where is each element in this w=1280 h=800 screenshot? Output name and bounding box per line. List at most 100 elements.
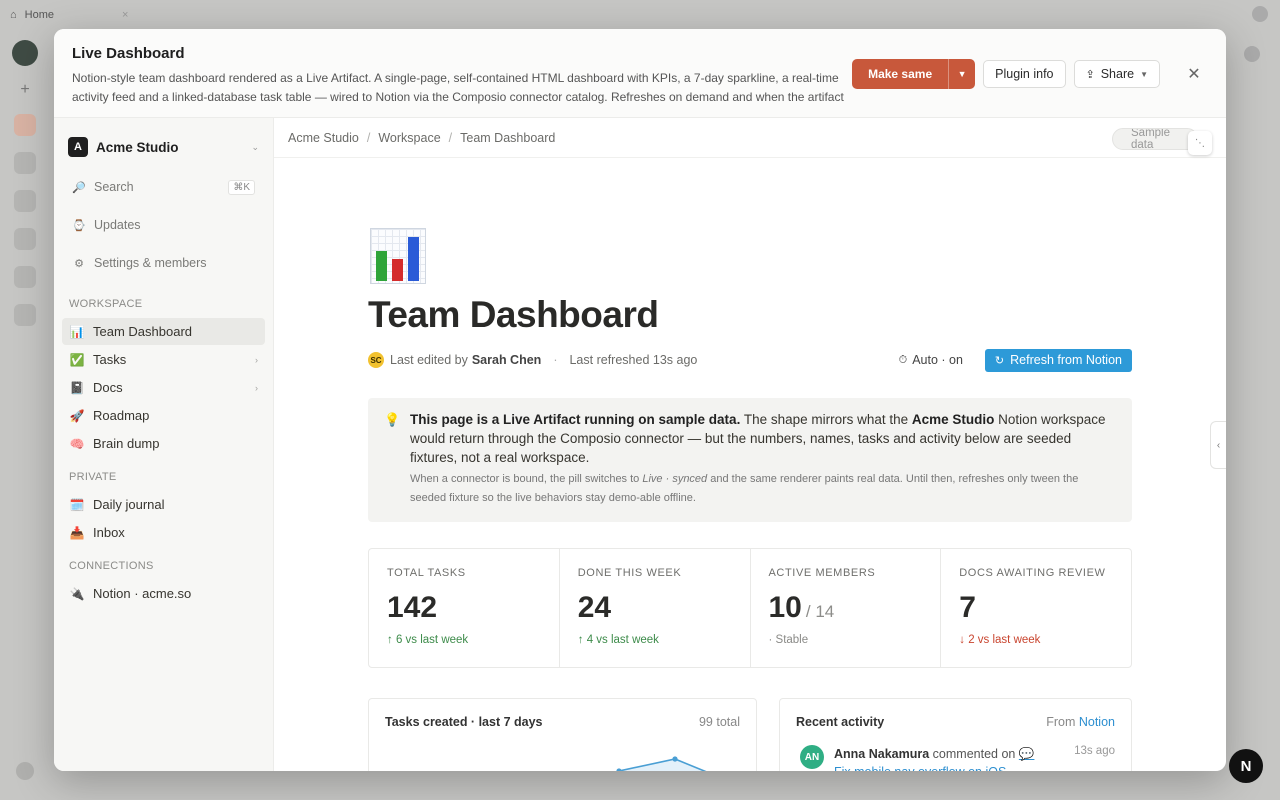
kpi-of-total: / 14 bbox=[805, 602, 835, 621]
profile-icon bbox=[1244, 46, 1260, 62]
calendar-rail-icon bbox=[14, 266, 36, 288]
notion-fab-button[interactable]: N bbox=[1229, 749, 1263, 783]
page-title: Team Dashboard bbox=[368, 294, 659, 335]
sidebar-item-inbox[interactable]: 📥 Inbox bbox=[62, 519, 265, 546]
avatar: AN bbox=[800, 745, 824, 769]
background-tab-label: Home bbox=[24, 9, 54, 21]
callout-sub-text-1: When a connector is bound, the pill swit… bbox=[410, 473, 643, 485]
sidebar-item-label: Notion · acme.so bbox=[93, 586, 192, 601]
breadcrumb-item-acme-studio[interactable]: Acme Studio bbox=[288, 131, 359, 145]
card-total: 99 total bbox=[698, 715, 740, 729]
notion-source-link[interactable]: Notion bbox=[1079, 715, 1115, 729]
chart-icon-bar-green bbox=[376, 251, 387, 281]
kpi-value: 10/ 14 bbox=[769, 591, 923, 625]
modal-body: A Acme Studio ⌄ 🔎 Search ⌘K ⌚ Updates ⚙ … bbox=[54, 118, 1226, 771]
activity-action: commented on bbox=[932, 747, 1016, 761]
section-label-workspace: WORKSPACE bbox=[69, 298, 143, 310]
sidebar-search[interactable]: 🔎 Search ⌘K bbox=[62, 168, 265, 206]
close-tab-icon: × bbox=[122, 9, 129, 21]
section-label-connections: CONNECTIONS bbox=[69, 560, 154, 572]
kpi-label: DONE THIS WEEK bbox=[577, 567, 682, 579]
bar-chart-page-icon[interactable] bbox=[370, 228, 426, 284]
sidebar-item-tasks[interactable]: ✅ Tasks › bbox=[62, 346, 265, 373]
sidebar-item-daily-journal[interactable]: 🗓️ Daily journal bbox=[62, 491, 265, 518]
activity-text: Anna Nakamura commented on 💬 Fix mobile … bbox=[834, 745, 1054, 771]
chevron-down-icon: ⌄ bbox=[251, 141, 259, 152]
refresh-from-notion-button[interactable]: ↻ Refresh from Notion bbox=[984, 348, 1132, 372]
spark-area bbox=[619, 759, 705, 771]
breadcrumb-separator: / bbox=[366, 130, 371, 145]
callout-sub-live: Live · synced bbox=[642, 473, 708, 485]
activity-time: 13s ago bbox=[1074, 745, 1115, 757]
kpi-delta: · Stable bbox=[768, 634, 809, 646]
background-rail: + bbox=[0, 30, 50, 800]
callout-lead: This page is a Live Artifact running on … bbox=[410, 410, 1116, 467]
refresh-icon: ↻ bbox=[994, 354, 1005, 367]
share-label: Share bbox=[1100, 67, 1135, 81]
chart-icon: 📊 bbox=[69, 324, 85, 339]
share-button[interactable]: ⇪ Share ▼ bbox=[1073, 60, 1160, 88]
page-content: Team Dashboard SC Last edited by Sarah C… bbox=[368, 228, 1132, 771]
loading-icon[interactable]: ⋱ bbox=[1188, 131, 1212, 155]
callout-sub: When a connector is bound, the pill swit… bbox=[410, 470, 1116, 508]
sample-data-pill[interactable]: Sample data bbox=[1112, 128, 1198, 150]
plugin-info-button[interactable]: Plugin info bbox=[983, 60, 1066, 88]
meta-separator: · bbox=[553, 353, 558, 367]
modal-description: Notion-style team dashboard rendered as … bbox=[72, 71, 844, 104]
kpi-number: 10 bbox=[768, 591, 802, 624]
sidebar-item-roadmap[interactable]: 🚀 Roadmap bbox=[62, 402, 265, 429]
plus-icon: + bbox=[20, 81, 30, 98]
kpi-number: 142 bbox=[387, 591, 438, 624]
sidebar-updates[interactable]: ⌚ Updates bbox=[62, 206, 265, 244]
link-rail-icon bbox=[14, 304, 36, 326]
inbox-icon: 📥 bbox=[69, 525, 85, 540]
chat-rail-icon bbox=[14, 228, 36, 250]
workspace-logo: A bbox=[68, 137, 88, 157]
callout-lead-text-1: The shape mirrors what the bbox=[740, 412, 912, 427]
breadcrumb-item-workspace[interactable]: Workspace bbox=[378, 131, 440, 145]
kpi-value: 7 bbox=[959, 591, 1113, 625]
breadcrumb-item-team-dashboard[interactable]: Team Dashboard bbox=[460, 131, 555, 145]
kpi-active-members: ACTIVE MEMBERS 10/ 14 · Stable bbox=[751, 549, 942, 667]
sidebar-item-team-dashboard[interactable]: 📊 Team Dashboard bbox=[62, 318, 265, 345]
last-edited-prefix: Last edited by bbox=[390, 353, 468, 367]
make-same-button[interactable]: Make same bbox=[852, 59, 950, 89]
page-meta: SC Last edited by Sarah Chen · Last refr… bbox=[368, 348, 1132, 372]
header-actions: Make same ▼ Plugin info ⇪ Share ▼ ✕ bbox=[852, 59, 1208, 89]
avatar: SC bbox=[368, 352, 384, 368]
kpi-label: DOCS AWAITING REVIEW bbox=[959, 567, 1106, 579]
kpi-docs-awaiting-review: DOCS AWAITING REVIEW 7 ↓ 2 vs last week bbox=[941, 549, 1131, 667]
workspace-switcher[interactable]: A Acme Studio ⌄ bbox=[62, 132, 265, 162]
kpi-value: 24 bbox=[578, 591, 732, 625]
chevron-right-icon[interactable]: › bbox=[255, 383, 258, 393]
search-label: Search bbox=[94, 180, 134, 194]
rocket-icon: 🚀 bbox=[69, 408, 85, 423]
search-shortcut: ⌘K bbox=[228, 179, 255, 195]
sidebar-item-label: Inbox bbox=[93, 525, 125, 540]
collapse-panel-icon[interactable]: ‹ bbox=[1210, 421, 1226, 469]
sidebar-item-label: Docs bbox=[93, 380, 123, 395]
chevron-down-icon[interactable]: ▼ bbox=[949, 59, 975, 89]
sidebar-item-label: Tasks bbox=[93, 352, 127, 367]
gear-icon: ⚙ bbox=[74, 257, 84, 270]
chevron-right-icon[interactable]: › bbox=[255, 355, 258, 365]
section-label-private: PRIVATE bbox=[69, 471, 117, 483]
home-icon: ⌂ bbox=[10, 9, 17, 21]
sidebar-settings[interactable]: ⚙ Settings & members bbox=[62, 244, 265, 282]
card-title: Recent activity bbox=[796, 715, 885, 729]
sidebar-item-notion-connection[interactable]: 🔌 Notion · acme.so bbox=[62, 580, 265, 607]
main-content: Acme Studio / Workspace / Team Dashboard… bbox=[274, 118, 1226, 771]
auto-refresh-toggle[interactable]: ⏱ Auto · on bbox=[899, 353, 963, 367]
close-icon[interactable]: ✕ bbox=[1180, 60, 1208, 88]
kpi-label: TOTAL TASKS bbox=[387, 567, 466, 579]
sidebar-item-brain-dump[interactable]: 🧠 Brain dump bbox=[62, 430, 265, 457]
last-refreshed: Last refreshed 13s ago bbox=[569, 353, 698, 367]
settings-label: Settings & members bbox=[94, 256, 207, 270]
auto-refresh-label: Auto · on bbox=[912, 353, 963, 367]
sidebar-item-docs[interactable]: 📓 Docs › bbox=[62, 374, 265, 401]
brain-icon: 🧠 bbox=[69, 436, 85, 451]
make-same-button-group: Make same ▼ bbox=[852, 59, 976, 89]
notion-sidebar: A Acme Studio ⌄ 🔎 Search ⌘K ⌚ Updates ⚙ … bbox=[54, 118, 274, 771]
notebook-icon: 📓 bbox=[69, 380, 85, 395]
kpi-total-tasks: TOTAL TASKS 142 ↑ 6 vs last week bbox=[369, 549, 560, 667]
